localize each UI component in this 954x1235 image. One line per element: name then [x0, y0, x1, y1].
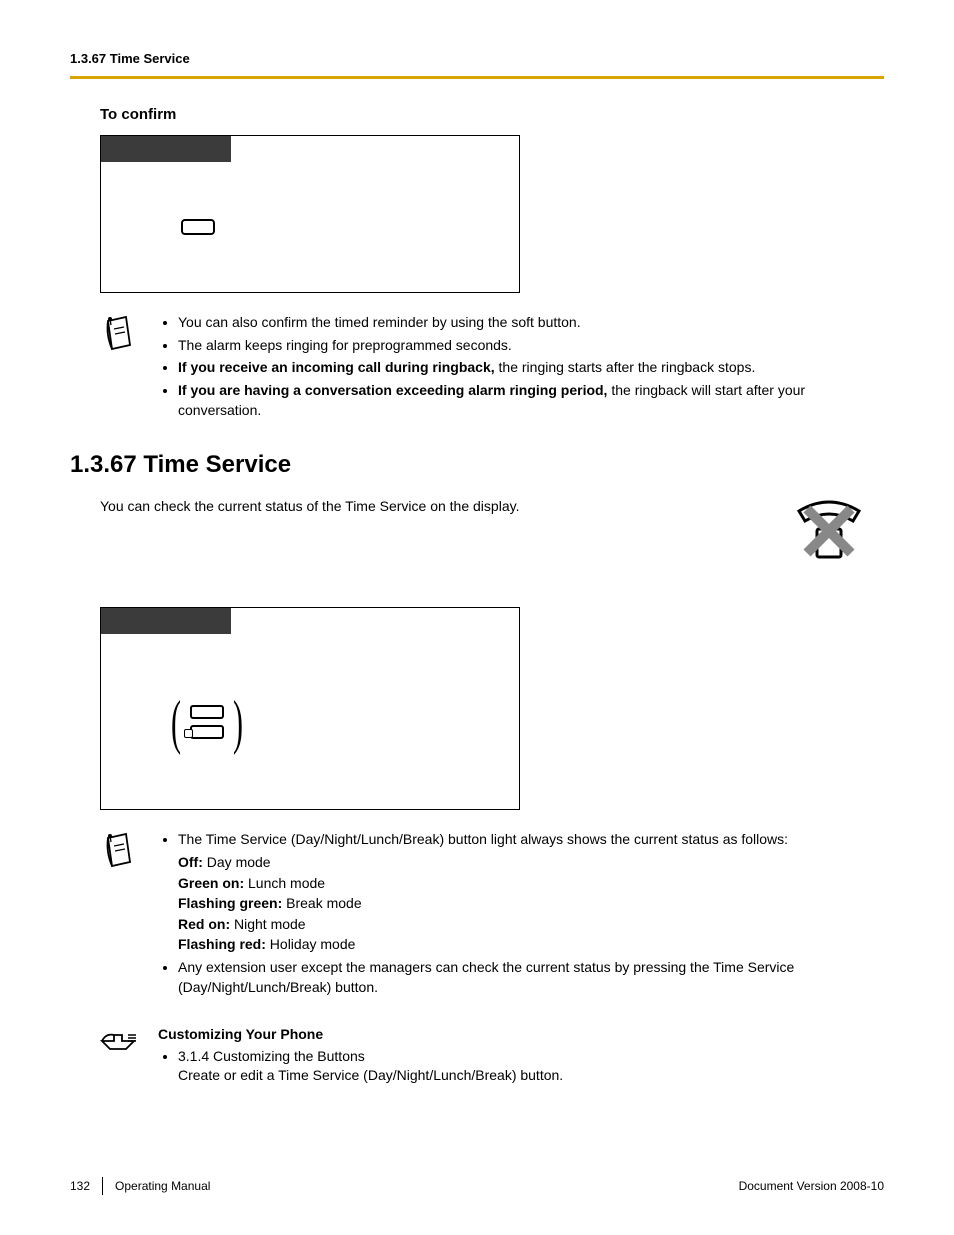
diagram-time-service: ( )	[100, 607, 520, 810]
button-icon	[181, 219, 215, 235]
running-header: 1.3.67 Time Service	[70, 50, 884, 68]
status-label: Red on:	[178, 916, 230, 932]
phone-crossed-icon	[789, 497, 869, 573]
button-stack	[190, 705, 224, 739]
status-value: Break mode	[282, 895, 361, 911]
status-list: Off: Day mode Green on: Lunch mode Flash…	[178, 853, 884, 955]
note-item: You can also confirm the timed reminder …	[178, 313, 884, 333]
note-item: Any extension user except the managers c…	[178, 958, 884, 997]
note-icon	[100, 830, 138, 1000]
note-item: The alarm keeps ringing for preprogramme…	[178, 336, 884, 356]
document-version: Document Version 2008-10	[739, 1178, 884, 1195]
diagram-body: ( )	[101, 634, 519, 809]
customize-block: Customizing Your Phone 3.1.4 Customizing…	[100, 1025, 884, 1086]
status-value: Lunch mode	[244, 875, 325, 891]
section-title: 1.3.67 Time Service	[70, 448, 884, 482]
header-rule	[70, 76, 884, 79]
note-block-2: The Time Service (Day/Night/Lunch/Break)…	[100, 830, 884, 1000]
right-paren-icon: )	[233, 701, 243, 743]
diagram-header-bar	[101, 608, 231, 634]
status-value: Day mode	[203, 854, 271, 870]
footer-left: 132 Operating Manual	[70, 1177, 210, 1195]
intro-row: You can check the current status of the …	[70, 497, 884, 573]
note-item: The Time Service (Day/Night/Lunch/Break)…	[178, 830, 884, 955]
note-icon	[100, 313, 138, 423]
customize-item: 3.1.4 Customizing the Buttons Create or …	[178, 1047, 884, 1086]
page-footer: 132 Operating Manual Document Version 20…	[70, 1177, 884, 1195]
note-block-1: You can also confirm the timed reminder …	[100, 313, 884, 423]
note-list: The Time Service (Day/Night/Lunch/Break)…	[158, 830, 884, 1000]
status-value: Holiday mode	[266, 936, 356, 952]
customize-ref: 3.1.4 Customizing the Buttons	[178, 1048, 365, 1064]
left-paren-icon: (	[171, 701, 181, 743]
diagram-body	[101, 162, 519, 292]
manual-name: Operating Manual	[115, 1178, 210, 1195]
note-item: If you are having a conversation exceedi…	[178, 381, 884, 420]
status-label: Flashing green:	[178, 895, 282, 911]
note-bold: If you receive an incoming call during r…	[178, 359, 495, 375]
button-led-icon	[190, 725, 224, 739]
document-page: 1.3.67 Time Service To confirm You can a…	[0, 0, 954, 1235]
status-label: Flashing red:	[178, 936, 266, 952]
note-bold: If you are having a conversation exceedi…	[178, 382, 607, 398]
note-list: You can also confirm the timed reminder …	[158, 313, 884, 423]
page-number: 132	[70, 1178, 90, 1195]
status-label: Off:	[178, 854, 203, 870]
footer-separator	[102, 1177, 103, 1195]
customize-heading: Customizing Your Phone	[158, 1026, 323, 1042]
button-group: ( )	[166, 701, 248, 743]
status-value: Night mode	[230, 916, 305, 932]
intro-text: You can check the current status of the …	[100, 497, 519, 517]
status-label: Green on:	[178, 875, 244, 891]
button-icon	[190, 705, 224, 719]
customize-desc: Create or edit a Time Service (Day/Night…	[178, 1067, 563, 1083]
hand-icon	[100, 1025, 138, 1086]
note-lead: The Time Service (Day/Night/Lunch/Break)…	[178, 831, 788, 847]
note-item: If you receive an incoming call during r…	[178, 358, 884, 378]
diagram-header-bar	[101, 136, 231, 162]
diagram-confirm	[100, 135, 520, 293]
subheading-confirm: To confirm	[100, 104, 884, 125]
note-text: the ringing starts after the ringback st…	[495, 359, 756, 375]
customize-content: Customizing Your Phone 3.1.4 Customizing…	[158, 1025, 884, 1086]
